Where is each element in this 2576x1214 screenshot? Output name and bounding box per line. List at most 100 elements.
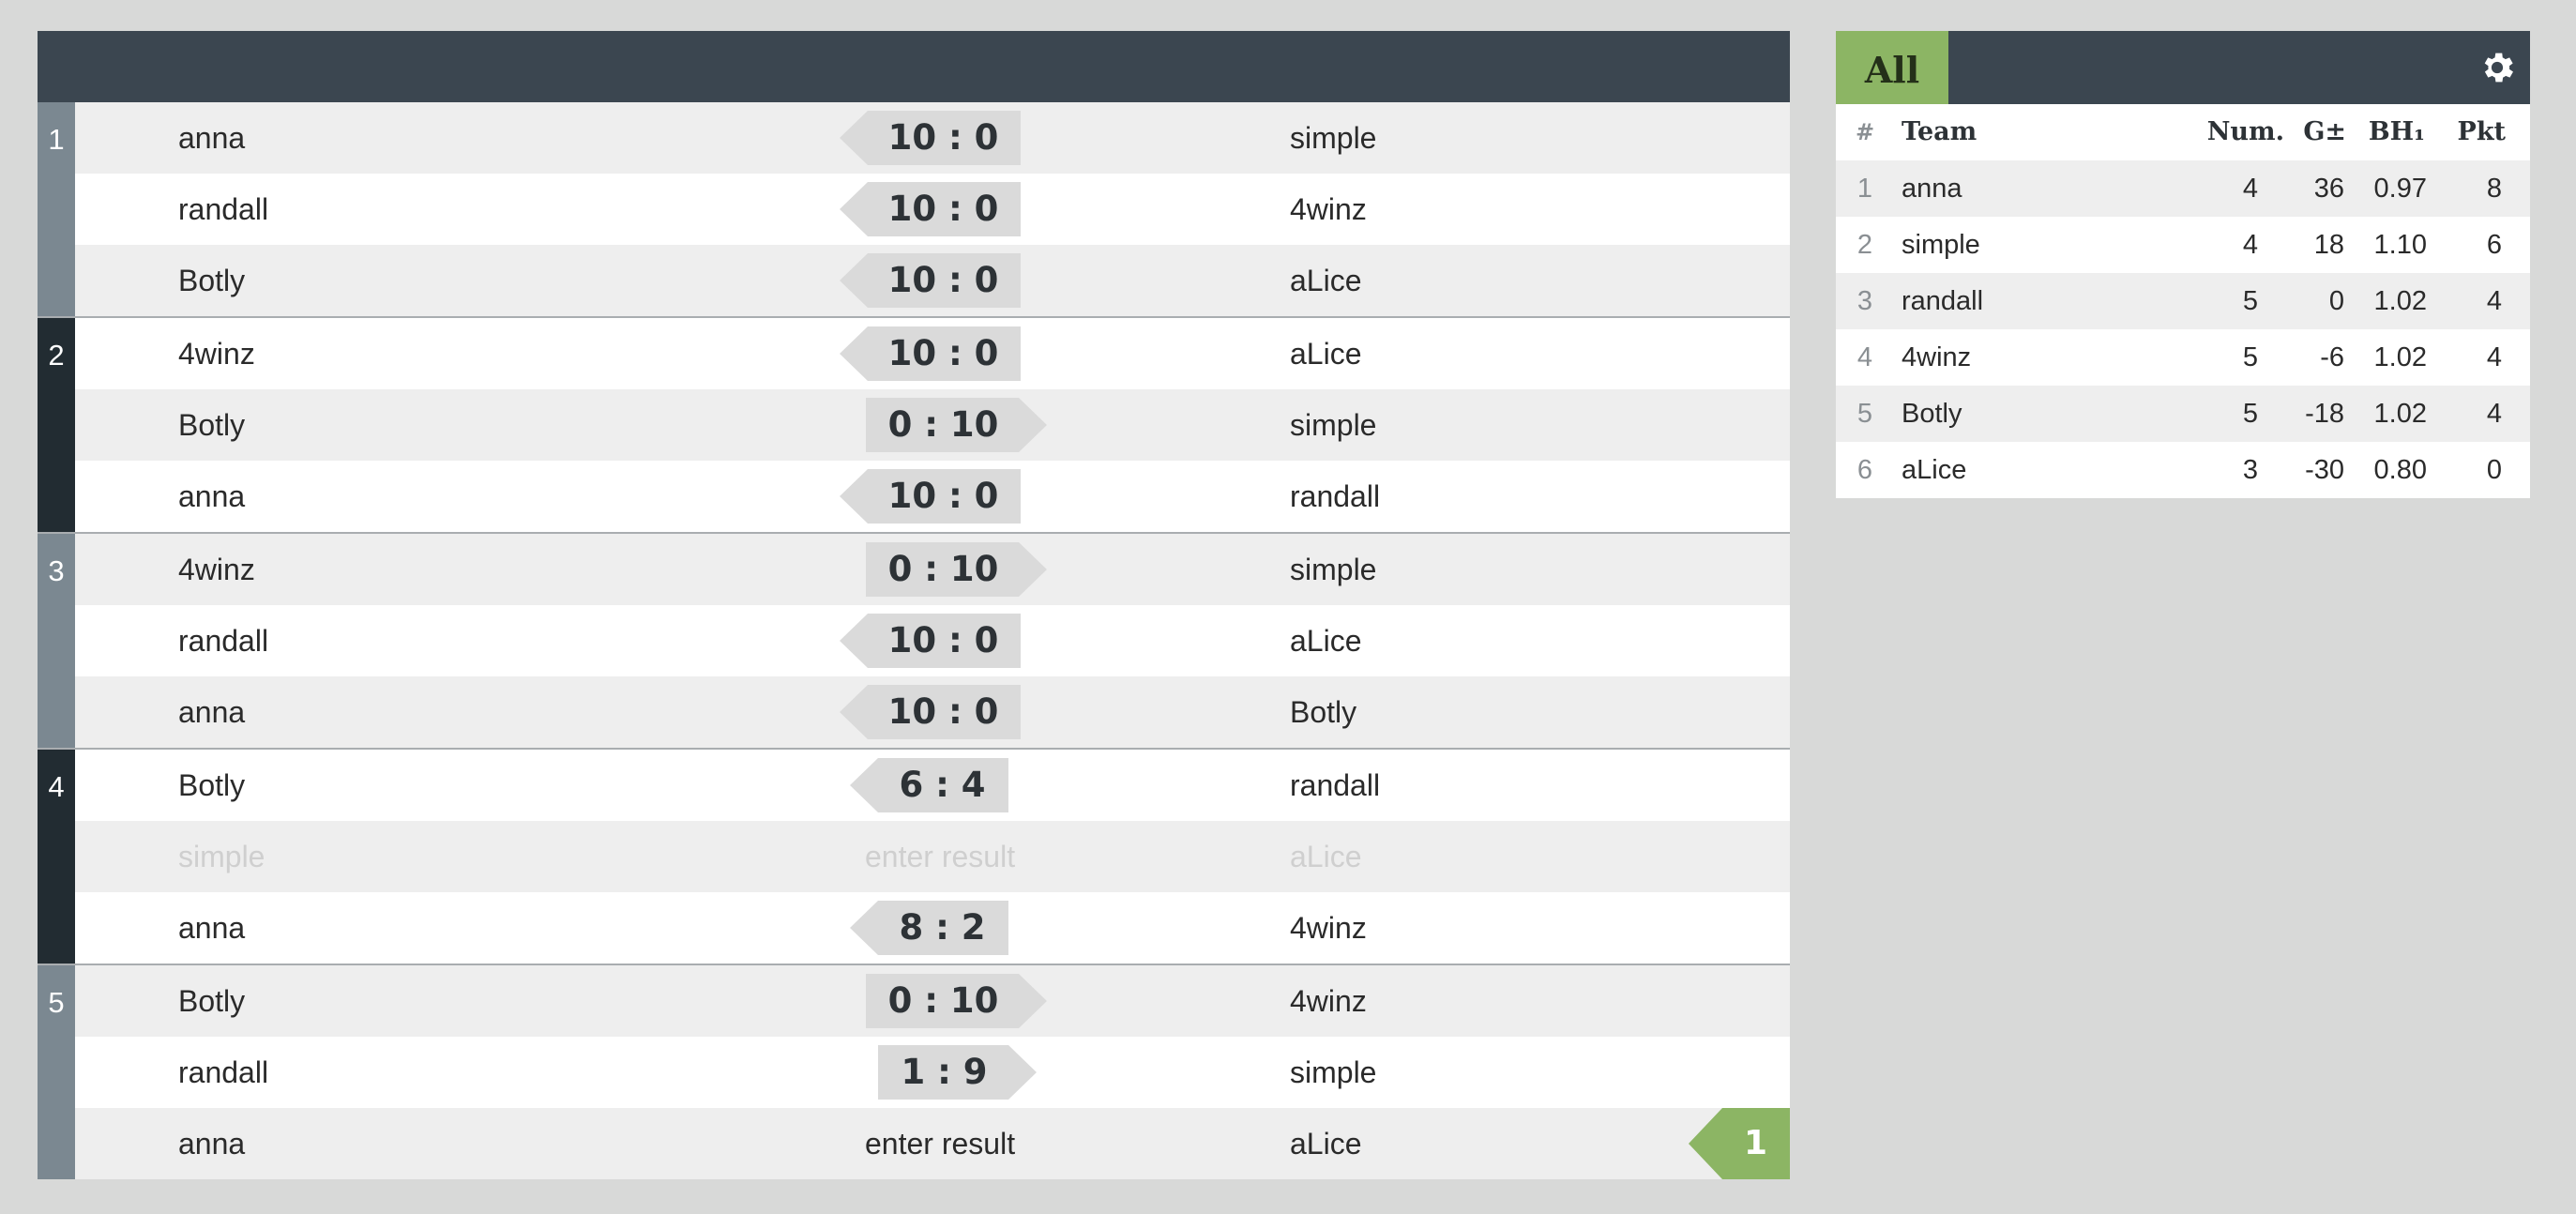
goal-cell: 18 — [2313, 230, 2344, 260]
bh-cell: 1.02 — [2373, 399, 2427, 429]
match-row[interactable]: simple enter result aLice — [75, 821, 1790, 892]
pkt-cell: 8 — [2486, 174, 2502, 204]
team-cell: aLice — [1902, 455, 1967, 485]
match-row[interactable]: Botly 10 : 0 aLice — [75, 245, 1790, 316]
match-row[interactable]: 4winz 0 : 10 simple — [75, 534, 1790, 605]
table-row[interactable]: 5 Botly 5 -18 1.02 4 — [1836, 386, 2530, 442]
match-row[interactable]: Botly 6 : 4 randall — [75, 750, 1790, 821]
round-number: 3 — [38, 534, 75, 748]
score-badge[interactable]: 10 : 0 — [840, 685, 1021, 739]
match-row[interactable]: randall 10 : 0 aLice — [75, 605, 1790, 676]
team-cell: randall — [1902, 286, 1984, 316]
goal-cell: -18 — [2305, 399, 2344, 429]
enter-result-link[interactable]: enter result — [865, 1108, 1015, 1179]
score-badge[interactable]: 0 : 10 — [866, 398, 1047, 452]
rank-cell: 4 — [1856, 342, 1873, 372]
score-badge[interactable]: 0 : 10 — [866, 542, 1047, 597]
score-badge[interactable]: 10 : 0 — [840, 253, 1021, 308]
rank-cell: 2 — [1856, 230, 1873, 260]
goal-cell: 36 — [2313, 174, 2344, 204]
round: 5 Botly 0 : 10 4winz randall 1 : 9 simpl… — [38, 965, 1790, 1179]
gear-icon[interactable] — [2478, 48, 2517, 87]
num-cell: 5 — [2242, 399, 2258, 429]
rank-cell: 3 — [1856, 286, 1873, 316]
round-number: 1 — [38, 102, 75, 316]
pkt-cell: 6 — [2486, 230, 2502, 260]
col-rank[interactable]: # — [1851, 104, 1879, 160]
table-row[interactable]: 4 4winz 5 -6 1.02 4 — [1836, 329, 2530, 386]
away-team: simple — [1290, 553, 1377, 586]
home-team: anna — [178, 121, 246, 155]
table-row[interactable]: 6 aLice 3 -30 0.80 0 — [1836, 442, 2530, 498]
round-number: 5 — [38, 965, 75, 1179]
num-cell: 5 — [2242, 286, 2258, 316]
num-cell: 3 — [2242, 455, 2258, 485]
match-row[interactable]: anna 10 : 0 randall — [75, 461, 1790, 532]
away-team: 4winz — [1290, 911, 1367, 945]
col-points[interactable]: Pkt — [2458, 104, 2506, 160]
team-cell: anna — [1902, 174, 1962, 204]
home-team: Botly — [178, 408, 246, 442]
team-cell: Botly — [1902, 399, 1962, 429]
match-row[interactable]: anna 10 : 0 Botly — [75, 676, 1790, 748]
matches-panel: 1 anna 10 : 0 simple randall 10 : 0 4win… — [38, 31, 1790, 1179]
score-badge[interactable]: 0 : 10 — [866, 974, 1047, 1028]
enter-result-link[interactable]: enter result — [865, 821, 1015, 892]
tab-all[interactable]: All — [1836, 31, 1948, 104]
home-team: Botly — [178, 984, 246, 1018]
home-team: anna — [178, 695, 246, 729]
home-team: anna — [178, 911, 246, 945]
bh-cell: 1.02 — [2373, 286, 2427, 316]
match-row[interactable]: anna 10 : 0 simple — [75, 102, 1790, 174]
score-badge[interactable]: 10 : 0 — [840, 182, 1021, 236]
table-row[interactable]: 1 anna 4 36 0.97 8 — [1836, 160, 2530, 217]
pkt-cell: 4 — [2486, 342, 2502, 372]
away-team: aLice — [1290, 624, 1362, 658]
match-row[interactable]: Botly 0 : 10 simple — [75, 389, 1790, 461]
score-badge[interactable]: 10 : 0 — [840, 469, 1021, 524]
score-badge[interactable]: 10 : 0 — [840, 326, 1021, 381]
away-team: Botly — [1290, 695, 1357, 729]
away-team: simple — [1290, 408, 1377, 442]
col-goal-diff[interactable]: G± — [2303, 104, 2346, 160]
away-team: aLice — [1290, 264, 1362, 297]
num-cell: 4 — [2242, 174, 2258, 204]
score-badge[interactable]: 1 : 9 — [878, 1045, 1037, 1100]
round: 4 Botly 6 : 4 randall simple enter resul… — [38, 750, 1790, 965]
home-team: randall — [178, 624, 269, 658]
score-badge[interactable]: 6 : 4 — [850, 758, 1008, 812]
score-badge[interactable]: 8 : 2 — [850, 901, 1008, 955]
goal-cell: 0 — [2328, 286, 2344, 316]
away-team: randall — [1290, 479, 1381, 513]
home-team: Botly — [178, 768, 246, 802]
match-row[interactable]: anna enter result aLice 1 — [75, 1108, 1790, 1179]
home-team: simple — [178, 840, 265, 873]
table-row[interactable]: 3 randall 5 0 1.02 4 — [1836, 273, 2530, 329]
round-number: 2 — [38, 318, 75, 532]
team-cell: 4winz — [1902, 342, 1972, 372]
col-buchholz[interactable]: BH₁ — [2369, 104, 2425, 160]
away-team: aLice — [1290, 1127, 1362, 1161]
num-cell: 5 — [2242, 342, 2258, 372]
score-badge[interactable]: 10 : 0 — [840, 614, 1021, 668]
col-team[interactable]: Team — [1902, 104, 1977, 160]
rank-cell: 6 — [1856, 455, 1873, 485]
match-row[interactable]: randall 1 : 9 simple — [75, 1037, 1790, 1108]
goal-cell: -6 — [2320, 342, 2344, 372]
home-team: anna — [178, 479, 246, 513]
match-row[interactable]: 4winz 10 : 0 aLice — [75, 318, 1790, 389]
rank-cell: 1 — [1856, 174, 1873, 204]
home-team: Botly — [178, 264, 246, 297]
bh-cell: 1.02 — [2373, 342, 2427, 372]
score-badge[interactable]: 10 : 0 — [840, 111, 1021, 165]
standings-panel: All # Team Num. G± BH₁ Pkt 1 anna 4 36 0… — [1836, 31, 2530, 498]
round-number: 4 — [38, 750, 75, 964]
pending-count-badge[interactable]: 1 — [1689, 1108, 1790, 1179]
match-row[interactable]: randall 10 : 0 4winz — [75, 174, 1790, 245]
away-team: simple — [1290, 121, 1377, 155]
match-row[interactable]: anna 8 : 2 4winz — [75, 892, 1790, 964]
table-row[interactable]: 2 simple 4 18 1.10 6 — [1836, 217, 2530, 273]
match-row[interactable]: Botly 0 : 10 4winz — [75, 965, 1790, 1037]
col-num[interactable]: Num. — [2207, 104, 2284, 160]
away-team: 4winz — [1290, 984, 1367, 1018]
